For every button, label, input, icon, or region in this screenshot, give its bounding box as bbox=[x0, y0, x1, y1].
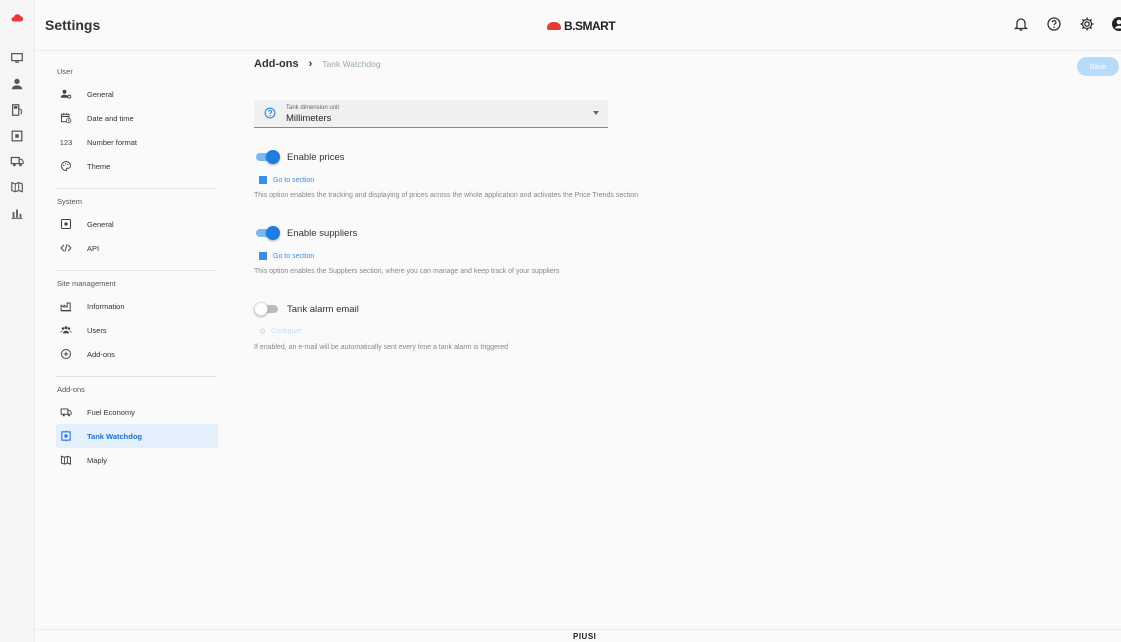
prices-go-to-section-link[interactable]: Go to section bbox=[259, 176, 314, 184]
users-icon bbox=[59, 323, 73, 337]
breadcrumb-root[interactable]: Add-ons bbox=[254, 58, 299, 70]
sidebar-item-label: Theme bbox=[87, 161, 111, 171]
tank-alarm-email-label: Tank alarm email bbox=[287, 303, 359, 315]
sidebar-item-label: Information bbox=[87, 301, 125, 311]
tank-alarm-description: If enabled, an e-mail will be automatica… bbox=[254, 344, 509, 351]
suppliers-description: This option enables the Suppliers sectio… bbox=[254, 268, 560, 275]
sidebar-item-label: Users bbox=[87, 325, 107, 335]
breadcrumb: Add-ons › Tank Watchdog bbox=[254, 58, 381, 70]
sidebar-item-label: Fuel Economy bbox=[87, 407, 135, 417]
toggle-thumb bbox=[266, 226, 280, 240]
breadcrumb-separator: › bbox=[308, 58, 313, 70]
section-title-user: User bbox=[57, 67, 73, 76]
configure-link[interactable]: ⚙ Configure bbox=[259, 327, 302, 336]
link-label: Go to section bbox=[273, 252, 315, 260]
divider bbox=[56, 270, 216, 271]
calendar-clock-icon bbox=[59, 111, 73, 125]
sidebar-item-maply[interactable]: Maply bbox=[50, 448, 218, 472]
sidebar-item-label: Number format bbox=[87, 137, 138, 147]
sidebar-item-theme[interactable]: Theme bbox=[50, 154, 218, 178]
select-label: Tank dimension unit bbox=[286, 105, 340, 111]
sidebar-item-label: Maply bbox=[87, 455, 108, 465]
sidebar-item-label: General bbox=[87, 219, 114, 229]
toggle-thumb bbox=[254, 302, 268, 316]
sidebar-item-user-general[interactable]: General bbox=[50, 82, 218, 106]
number-icon: 123 bbox=[59, 137, 73, 147]
sidebar-item-label: Add-ons bbox=[87, 349, 115, 359]
link-label: Go to section bbox=[273, 176, 315, 184]
enable-suppliers-row: Enable suppliers bbox=[254, 226, 357, 240]
save-button[interactable]: Save bbox=[1077, 57, 1119, 76]
fuel-icon[interactable] bbox=[9, 102, 25, 118]
enable-prices-row: Enable prices bbox=[254, 150, 345, 164]
section-title-site-management: Site management bbox=[57, 279, 116, 288]
chevron-down-icon[interactable] bbox=[593, 111, 599, 115]
sidebar-item-date-time[interactable]: Date and time bbox=[50, 106, 218, 130]
settings-sidebar: User General Date and time 123 Number fo… bbox=[50, 60, 218, 472]
gear-icon[interactable] bbox=[1078, 15, 1096, 33]
sidebar-item-label: Tank Watchdog bbox=[87, 431, 142, 441]
link-label: Configure bbox=[271, 328, 302, 335]
sidebar-item-label: API bbox=[87, 243, 100, 253]
sidebar-item-users[interactable]: Users bbox=[50, 318, 218, 342]
sidebar-item-information[interactable]: Information bbox=[50, 294, 218, 318]
brand-text: B.SMART bbox=[564, 19, 616, 33]
divider bbox=[56, 376, 216, 377]
top-icons bbox=[997, 15, 1121, 33]
help-icon bbox=[264, 107, 276, 119]
palette-icon bbox=[59, 159, 73, 173]
account-icon[interactable] bbox=[1111, 15, 1121, 33]
factory-icon bbox=[59, 299, 73, 313]
sidebar-item-tank-watchdog[interactable]: Tank Watchdog bbox=[56, 424, 218, 448]
help-icon[interactable] bbox=[1045, 15, 1063, 33]
footer: PIUSI bbox=[35, 629, 1121, 642]
truck-icon[interactable] bbox=[9, 153, 25, 169]
top-bar: Settings B.SMART bbox=[35, 0, 1121, 51]
prices-description: This option enables the tracking and dis… bbox=[254, 192, 639, 199]
tank-dimension-unit-select[interactable]: Tank dimension unit Millimeters bbox=[254, 100, 608, 128]
section-title-system: System bbox=[57, 197, 83, 206]
gear-icon: ⚙ bbox=[259, 327, 267, 336]
sidebar-item-label: Date and time bbox=[87, 113, 134, 123]
enable-prices-label: Enable prices bbox=[287, 151, 345, 163]
divider bbox=[56, 188, 216, 189]
tank-icon[interactable] bbox=[9, 128, 25, 144]
brand-logo[interactable]: B.SMART bbox=[547, 19, 616, 33]
sidebar-item-system-general[interactable]: General bbox=[50, 212, 218, 236]
suppliers-go-to-section-link[interactable]: Go to section bbox=[259, 252, 314, 260]
select-value: Millimeters bbox=[286, 113, 332, 124]
sidebar-item-addons[interactable]: Add-ons bbox=[50, 342, 218, 366]
system-icon bbox=[59, 217, 73, 231]
truck-icon bbox=[59, 405, 73, 419]
bell-icon[interactable] bbox=[1012, 15, 1030, 33]
chart-icon[interactable] bbox=[9, 205, 25, 221]
map-icon[interactable] bbox=[9, 179, 25, 195]
sidebar-item-api[interactable]: API bbox=[50, 236, 218, 260]
toggle-thumb bbox=[266, 150, 280, 164]
plus-circle-icon bbox=[59, 347, 73, 361]
open-section-icon bbox=[259, 176, 267, 184]
section-title-addons: Add-ons bbox=[57, 385, 85, 394]
tank-alarm-email-toggle[interactable] bbox=[254, 302, 280, 316]
tank-icon bbox=[59, 429, 73, 443]
tank-alarm-email-row: Tank alarm email bbox=[254, 302, 359, 316]
code-icon bbox=[59, 241, 73, 255]
sidebar-item-fuel-economy[interactable]: Fuel Economy bbox=[50, 400, 218, 424]
enable-prices-toggle[interactable] bbox=[254, 150, 280, 164]
footer-logo: PIUSI bbox=[573, 632, 597, 641]
monitor-icon[interactable] bbox=[9, 50, 25, 66]
sidebar-item-label: General bbox=[87, 89, 114, 99]
user-icon[interactable] bbox=[9, 76, 25, 92]
open-section-icon bbox=[259, 252, 267, 260]
map-icon bbox=[59, 453, 73, 467]
cloud-icon[interactable] bbox=[9, 10, 25, 26]
brand-car-icon bbox=[547, 22, 561, 30]
breadcrumb-current: Tank Watchdog bbox=[322, 59, 381, 69]
enable-suppliers-toggle[interactable] bbox=[254, 226, 280, 240]
page-title: Settings bbox=[45, 17, 101, 33]
user-settings-icon bbox=[59, 87, 73, 101]
sidebar-item-number-format[interactable]: 123 Number format bbox=[50, 130, 218, 154]
enable-suppliers-label: Enable suppliers bbox=[287, 227, 358, 239]
left-rail bbox=[0, 0, 35, 642]
